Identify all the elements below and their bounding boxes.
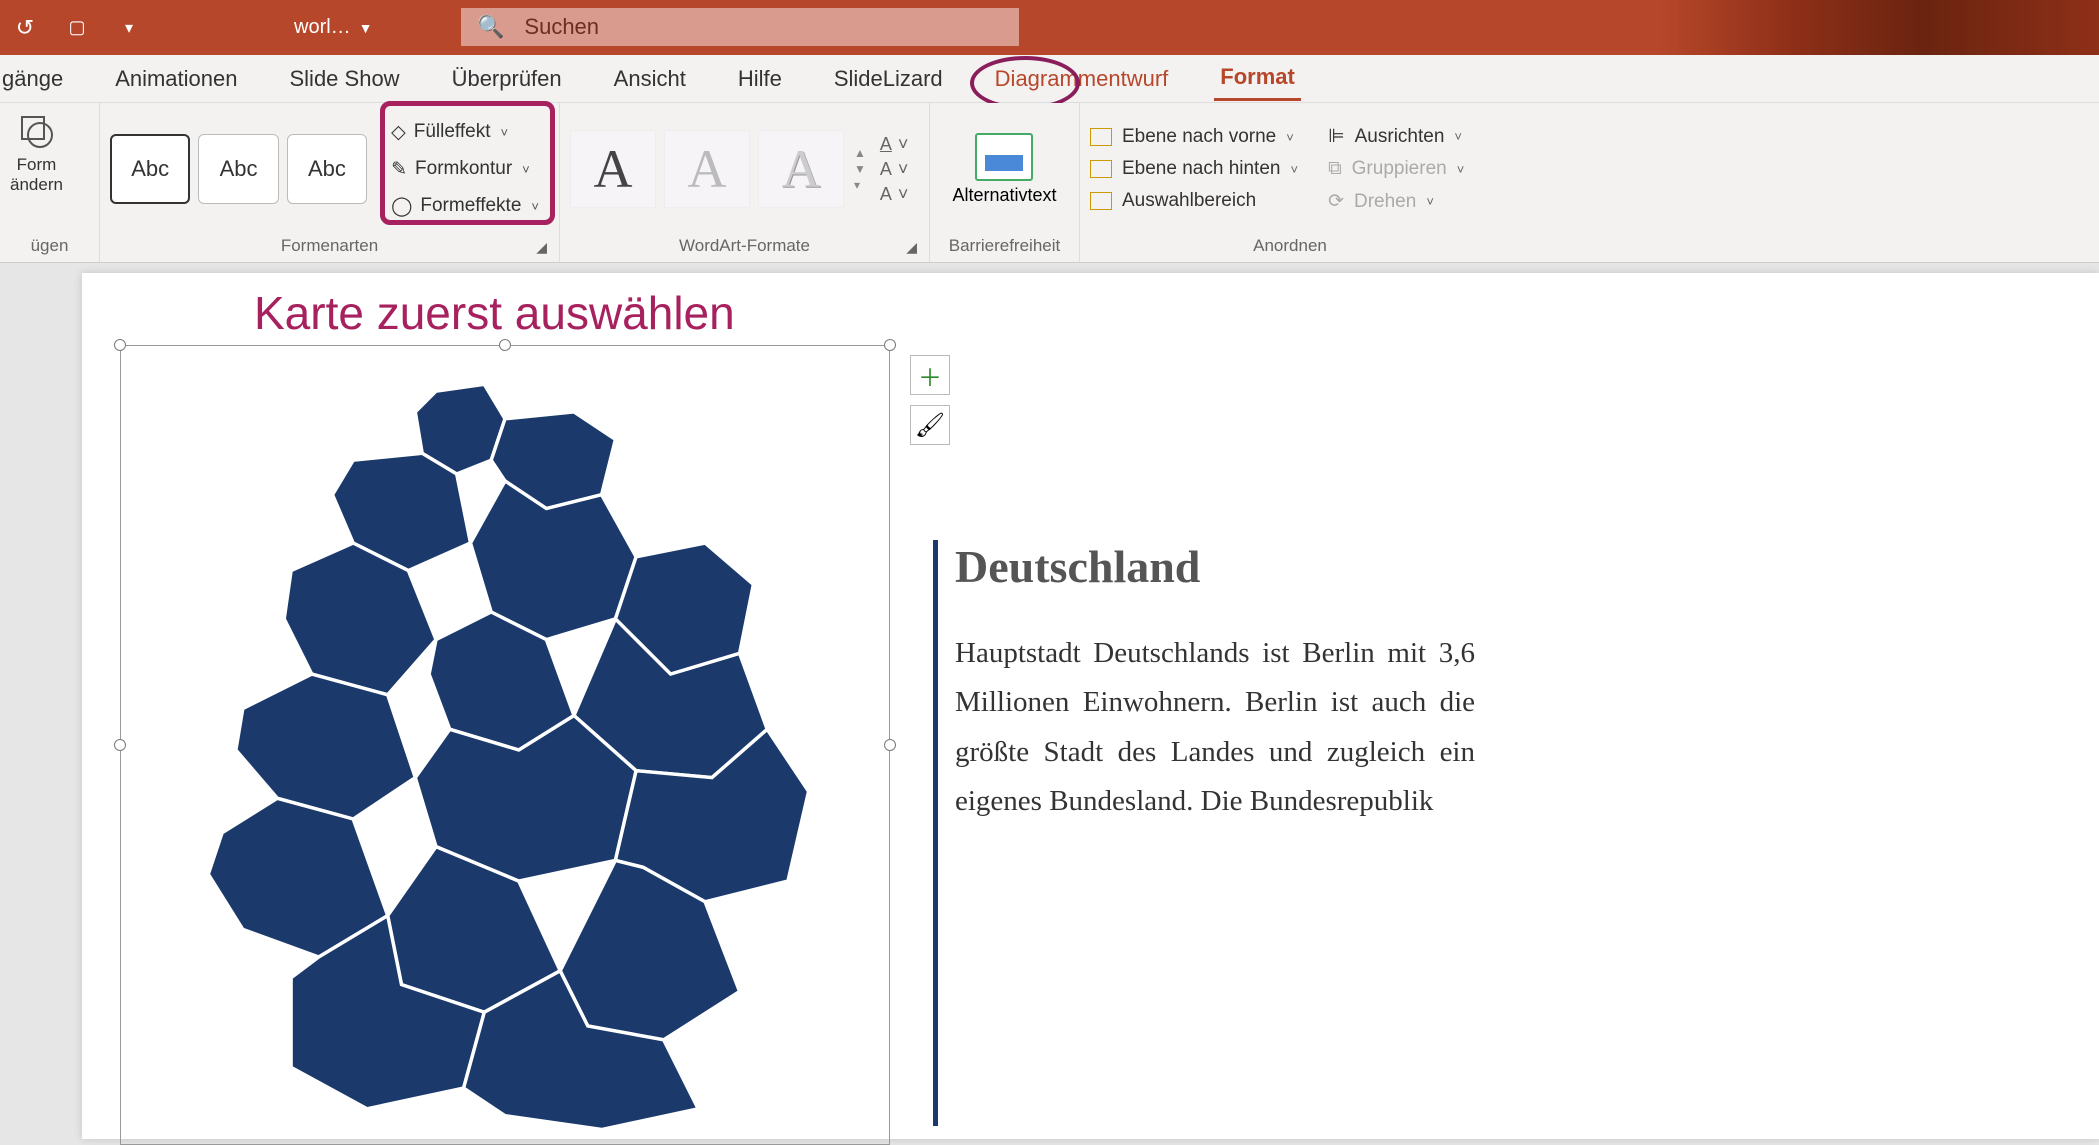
wordart-gallery-down[interactable]: ▼: [854, 162, 866, 176]
wordart-gallery-up[interactable]: ▲: [854, 146, 866, 160]
group-anordnen: Ebene nach vorne ˅ Ebene nach hinten ˅ A…: [1080, 103, 1500, 262]
tab-diagrammentwurf[interactable]: Diagrammentwurf: [989, 58, 1175, 100]
formeffekte-button[interactable]: ◯ Formeffekte ˅: [381, 191, 549, 222]
text-fill-button[interactable]: A˅: [880, 134, 909, 155]
tab-hilfe[interactable]: Hilfe: [732, 58, 788, 100]
chevron-down-icon: ˅: [531, 199, 539, 214]
germany-map[interactable]: [160, 360, 850, 1140]
shape-style-1[interactable]: Abc: [110, 134, 190, 204]
tab-animationen[interactable]: Animationen: [109, 58, 243, 100]
change-shape-label: Form ändern: [10, 155, 63, 195]
resize-handle-ml[interactable]: [114, 739, 126, 751]
wordart-style-2[interactable]: A: [664, 130, 750, 208]
chevron-down-icon: ˅: [1286, 130, 1294, 145]
tab-format[interactable]: Format: [1214, 56, 1301, 101]
chevron-down-icon: ˅: [500, 125, 508, 140]
resize-handle-tm[interactable]: [499, 339, 511, 351]
selection-pane-icon: [1090, 192, 1112, 210]
brush-icon: 🖌: [915, 411, 945, 440]
chevron-down-icon: ▼: [359, 20, 373, 36]
alternativtext-button[interactable]: Alternativtext: [952, 133, 1056, 206]
chevron-down-icon: ˅: [522, 162, 530, 177]
fuelleffekt-button[interactable]: ◇ Fülleffekt ˅: [381, 117, 549, 148]
tab-ueberpruefen[interactable]: Überprüfen: [446, 58, 568, 100]
alttext-icon: [975, 133, 1033, 181]
group-wordart: A A A ▲ ▼ ▾ A˅ A˅ A˅ WordArt-Formate ◢: [560, 103, 930, 262]
resize-handle-tr[interactable]: [884, 339, 896, 351]
tab-ansicht[interactable]: Ansicht: [608, 58, 692, 100]
tab-slidelizard[interactable]: SlideLizard: [828, 58, 949, 100]
slide-text-block[interactable]: Deutschland Hauptstadt Deutschlands ist …: [955, 540, 1475, 826]
gruppieren-button: ⧉ Gruppieren ˅: [1328, 158, 1464, 180]
wordart-style-1[interactable]: A: [570, 130, 656, 208]
group-label-barrierefreiheit: Barrierefreiheit: [940, 236, 1069, 260]
shape-icon: [14, 109, 58, 153]
wordart-style-3[interactable]: A: [758, 130, 844, 208]
shape-style-3[interactable]: Abc: [287, 134, 367, 204]
align-icon: ⊫: [1328, 125, 1345, 148]
dialog-launcher-icon[interactable]: ◢: [906, 239, 917, 256]
undo-icon[interactable]: ↺: [10, 15, 40, 41]
bring-forward-icon: [1090, 128, 1112, 146]
plus-icon: ＋: [918, 358, 942, 393]
tab-slideshow[interactable]: Slide Show: [284, 58, 406, 100]
chart-styles-button[interactable]: 🖌: [910, 405, 950, 445]
shape-style-2[interactable]: Abc: [198, 134, 278, 204]
rotate-icon: ⟳: [1328, 190, 1344, 213]
ebene-nach-hinten-button[interactable]: Ebene nach hinten ˅: [1090, 158, 1298, 180]
group-insert-shapes: Form ändern ügen: [0, 103, 100, 262]
search-placeholder: Suchen: [524, 14, 599, 40]
ribbon: Form ändern ügen Abc Abc Abc ◇ Fülleffek…: [0, 103, 2099, 263]
slide-heading: Deutschland: [955, 540, 1475, 593]
group-label-insert: ügen: [10, 236, 89, 260]
resize-handle-tl[interactable]: [114, 339, 126, 351]
qat-more-icon[interactable]: ▾: [114, 18, 144, 38]
outline-icon: ✎: [391, 158, 407, 181]
slide-body: Hauptstadt Deutschlands ist Berlin mit 3…: [955, 629, 1475, 826]
resize-handle-mr[interactable]: [884, 739, 896, 751]
chart-elements-button[interactable]: ＋: [910, 355, 950, 395]
text-outline-button[interactable]: A˅: [880, 159, 909, 180]
accent-bar: [933, 540, 938, 1126]
tab-uebergaenge[interactable]: gänge: [0, 58, 69, 100]
shape-fill-dropdowns: ◇ Fülleffekt ˅ ✎ Formkontur ˅ ◯ Formeffe…: [381, 117, 549, 222]
wordart-gallery-more[interactable]: ▾: [854, 178, 866, 192]
present-icon[interactable]: ▢: [62, 17, 92, 38]
annotation-text: Karte zuerst auswählen: [254, 286, 735, 340]
dialog-launcher-icon[interactable]: ◢: [536, 239, 547, 256]
group-icon: ⧉: [1328, 158, 1342, 180]
formkontur-button[interactable]: ✎ Formkontur ˅: [381, 154, 549, 185]
group-label-anordnen: Anordnen: [1090, 236, 1490, 260]
document-title[interactable]: worl… ▼: [294, 16, 373, 39]
effects-icon: ◯: [391, 195, 412, 218]
ribbon-tabs: gänge Animationen Slide Show Überprüfen …: [0, 55, 2099, 103]
title-bar: ↺ ▢ ▾ worl… ▼ 🔍 Suchen: [0, 0, 2099, 55]
group-formenarten: Abc Abc Abc ◇ Fülleffekt ˅ ✎ Formkontur …: [100, 103, 560, 262]
quick-access: ↺ ▢ ▾: [10, 15, 144, 41]
paint-bucket-icon: ◇: [391, 121, 406, 144]
change-shape-button[interactable]: Form ändern: [10, 109, 63, 195]
ausrichten-button[interactable]: ⊫ Ausrichten ˅: [1328, 125, 1464, 148]
auswahlbereich-button[interactable]: Auswahlbereich: [1090, 190, 1298, 212]
drehen-button: ⟳ Drehen ˅: [1328, 190, 1464, 213]
title-bar-decoration: [1659, 0, 2099, 55]
group-barrierefreiheit: Alternativtext Barrierefreiheit: [930, 103, 1080, 262]
search-icon: 🔍: [477, 14, 504, 40]
chevron-down-icon: ˅: [1290, 162, 1298, 177]
send-backward-icon: [1090, 160, 1112, 178]
document-name: worl…: [294, 16, 351, 39]
selected-map-object[interactable]: [120, 345, 890, 1145]
search-box[interactable]: 🔍 Suchen: [460, 7, 1020, 47]
text-effects-button[interactable]: A˅: [880, 184, 909, 205]
group-label-wordart: WordArt-Formate ◢: [570, 236, 919, 260]
group-label-formenarten: Formenarten ◢: [110, 236, 549, 260]
ebene-nach-vorne-button[interactable]: Ebene nach vorne ˅: [1090, 126, 1298, 148]
